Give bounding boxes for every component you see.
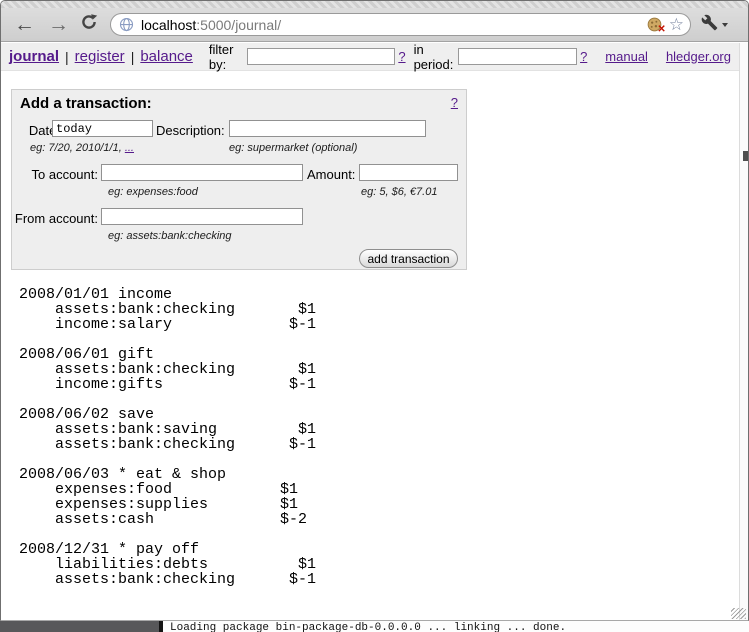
description-hint: eg: supermarket (optional) [229,142,357,154]
terminal-window[interactable]: Loading package bin-package-db-0.0.0.0 .… [163,621,749,632]
add-transaction-form: Add a transaction: ? Date: Description: … [11,89,467,270]
hledger-org-link[interactable]: hledger.org [666,49,731,64]
form-help-link[interactable]: ? [451,95,458,110]
from-account-hint: eg: assets:bank:checking [108,230,232,242]
date-hint-more-link[interactable]: ... [125,142,134,154]
menu-caret-icon [722,23,728,27]
amount-hint: eg: 5, $6, €7.01 [361,186,437,198]
from-account-label: From account: [14,211,98,226]
terminal-output-text: Loading package bin-package-db-0.0.0.0 .… [170,622,566,632]
filter-input[interactable] [247,48,395,65]
amount-label: Amount: [307,167,355,182]
date-hint-text: eg: 7/20, 2010/1/1, [30,142,125,154]
from-account-input[interactable] [101,208,303,225]
nav-separator: | [65,49,69,65]
period-input[interactable] [458,48,577,65]
back-button[interactable]: ← [14,14,35,35]
filter-by-label: filter by: [209,42,243,72]
nav-link-register[interactable]: register [75,48,125,65]
manual-link[interactable]: manual [605,49,648,64]
to-account-hint: eg: expenses:food [108,186,198,198]
browser-menu-button[interactable] [701,14,728,36]
scrollbar-thumb[interactable] [743,151,748,161]
url-path: :5000/journal/ [196,17,281,33]
form-title: Add a transaction: [20,95,152,112]
in-period-label: in period: [414,42,455,72]
screen: ← → [0,0,749,632]
nav-link-journal[interactable]: journal [9,48,59,65]
scrollbar-track[interactable] [739,43,748,620]
cookies-blocked-icon[interactable]: ✕ [647,17,663,32]
page-globe-icon [119,17,134,32]
reload-icon [80,13,98,36]
journal-listing: 2008/01/01 income assets:bank:checking $… [19,287,316,587]
nav-link-balance[interactable]: balance [140,48,193,65]
cookie-blocked-x: ✕ [657,25,665,35]
description-label: Description: [156,123,225,138]
nav-separator: | [131,49,135,65]
filter-help-link[interactable]: ? [398,49,405,64]
web-page: journal | register | balance filter by: … [1,43,748,620]
nav-right-links: manual hledger.org [587,49,731,64]
window-resize-grip[interactable] [731,608,746,619]
url-text: localhost:5000/journal/ [141,17,647,33]
hledger-navbar: journal | register | balance filter by: … [1,43,739,71]
url-host: localhost [141,17,196,33]
window-titlebar[interactable] [1,1,748,8]
browser-window: ← → [0,0,749,621]
bookmark-star-icon[interactable]: ☆ [669,16,684,33]
reload-button[interactable] [80,13,98,36]
address-bar[interactable]: localhost:5000/journal/ ✕ ☆ [110,13,691,36]
date-input[interactable] [52,120,153,137]
period-help-link[interactable]: ? [580,49,587,64]
to-account-input[interactable] [101,164,303,181]
browser-toolbar: ← → [1,8,748,42]
amount-input[interactable] [359,164,458,181]
wrench-icon [701,14,718,36]
date-hint: eg: 7/20, 2010/1/1, ... [30,142,134,154]
description-input[interactable] [229,120,426,137]
to-account-label: To account: [14,167,98,182]
add-transaction-button[interactable]: add transaction [359,249,458,268]
forward-button[interactable]: → [48,14,69,35]
desktop-background [0,621,159,632]
background-strip: Loading package bin-package-db-0.0.0.0 .… [0,621,749,632]
